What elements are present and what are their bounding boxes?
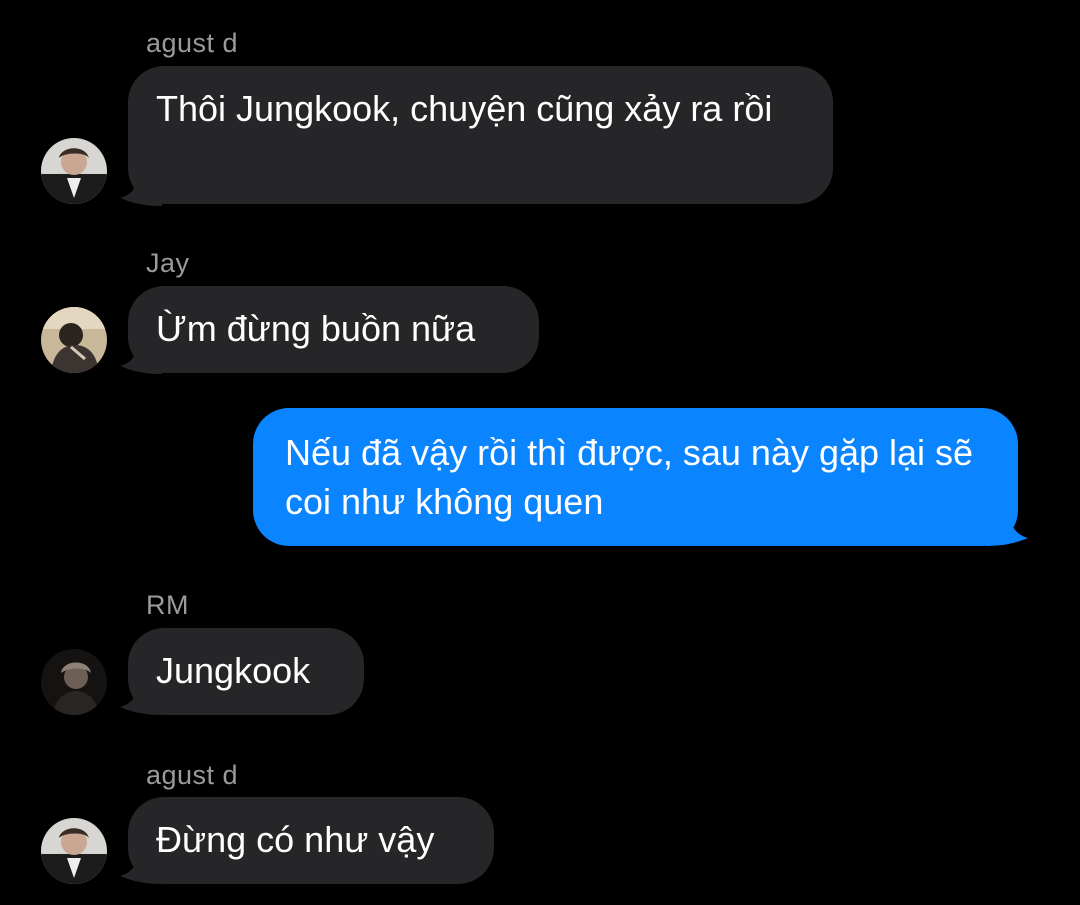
person-avatar-icon: [41, 307, 107, 373]
message-bubble[interactable]: Đừng có như vậy: [128, 797, 494, 884]
sender-name: agust d: [146, 28, 239, 58]
sender-name: agust d: [146, 760, 239, 790]
person-avatar-icon: [41, 649, 107, 715]
message-bubble[interactable]: Ừm đừng buồn nữa: [128, 286, 539, 373]
message-bubble[interactable]: Thôi Jungkook, chuyện cũng xảy ra rồi: [128, 66, 833, 204]
person-avatar-icon: [41, 818, 107, 884]
message-bubble[interactable]: Nếu đã vậy rồi thì được, sau này gặp lại…: [253, 408, 1018, 546]
sender-avatar[interactable]: [41, 138, 107, 204]
sender-avatar[interactable]: [41, 307, 107, 373]
sender-avatar[interactable]: [41, 818, 107, 884]
message-bubble[interactable]: Jungkook: [128, 628, 364, 715]
person-avatar-icon: [41, 138, 107, 204]
sender-avatar[interactable]: [41, 649, 107, 715]
sender-name: Jay: [146, 248, 190, 278]
sender-name: RM: [146, 590, 189, 620]
